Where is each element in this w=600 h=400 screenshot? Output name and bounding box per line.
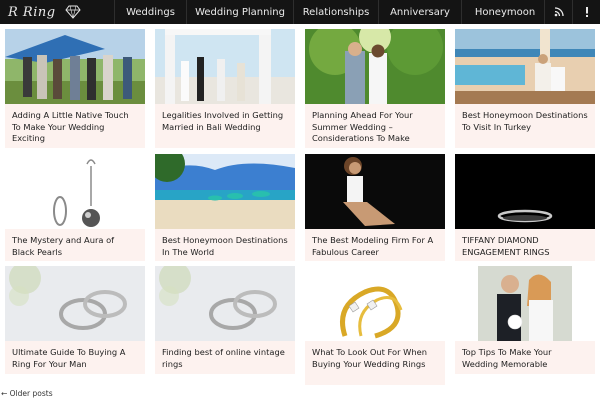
rss-icon[interactable]: [544, 0, 572, 24]
nav-icon-group: [544, 0, 600, 24]
post-thumbnail[interactable]: [5, 266, 145, 341]
nav-weddings[interactable]: Weddings: [114, 0, 186, 24]
post-title[interactable]: Finding best of online vintage rings: [155, 341, 295, 374]
post-thumbnail[interactable]: [305, 29, 445, 104]
nav-honeymoon[interactable]: Honeymoon: [461, 0, 548, 24]
post-title[interactable]: Best Honeymoon Destinations In The World: [155, 229, 295, 261]
post-title[interactable]: Best Honeymoon Destinations To Visit In …: [455, 104, 595, 148]
site-logo[interactable]: R Ring: [8, 3, 82, 21]
post-title[interactable]: What To Look Out For When Buying Your We…: [305, 341, 445, 385]
post-title[interactable]: Legalities Involved in Getting Married i…: [155, 104, 295, 148]
post-thumbnail[interactable]: [455, 266, 595, 341]
logo-text: R Ring: [8, 4, 56, 20]
post-thumbnail[interactable]: [155, 154, 295, 229]
nav-anniversary[interactable]: Anniversary: [378, 0, 461, 24]
post-thumbnail[interactable]: [305, 154, 445, 229]
post-title[interactable]: Ultimate Guide To Buying A Ring For Your…: [5, 341, 145, 374]
post-thumbnail[interactable]: [455, 154, 595, 229]
post-title[interactable]: Top Tips To Make Your Wedding Memorable: [455, 341, 595, 374]
older-posts-link[interactable]: ← Older posts: [1, 389, 53, 398]
nav-relationships[interactable]: Relationships: [293, 0, 378, 24]
alert-icon[interactable]: [572, 0, 600, 24]
post-thumbnail[interactable]: [455, 29, 595, 104]
post-thumbnail[interactable]: [5, 29, 145, 104]
post-title[interactable]: The Mystery and Aura of Black Pearls: [5, 229, 145, 261]
post-thumbnail[interactable]: [155, 29, 295, 104]
main-nav: Weddings Wedding Planning Relationships …: [114, 0, 548, 24]
post-thumbnail[interactable]: [5, 154, 145, 229]
post-title[interactable]: Adding A Little Native Touch To Make You…: [5, 104, 145, 148]
post-title[interactable]: TIFFANY DIAMOND ENGAGEMENT RINGS: [455, 229, 595, 261]
nav-wedding-planning[interactable]: Wedding Planning: [186, 0, 293, 24]
post-thumbnail[interactable]: [305, 266, 445, 341]
post-title[interactable]: The Best Modeling Firm For A Fabulous Ca…: [305, 229, 445, 261]
top-navigation-bar: R Ring Weddings Wedding Planning Relatio…: [0, 0, 600, 24]
diamond-icon: [64, 5, 81, 19]
post-thumbnail[interactable]: [155, 266, 295, 341]
post-title[interactable]: Planning Ahead For Your Summer Wedding –…: [305, 104, 445, 148]
